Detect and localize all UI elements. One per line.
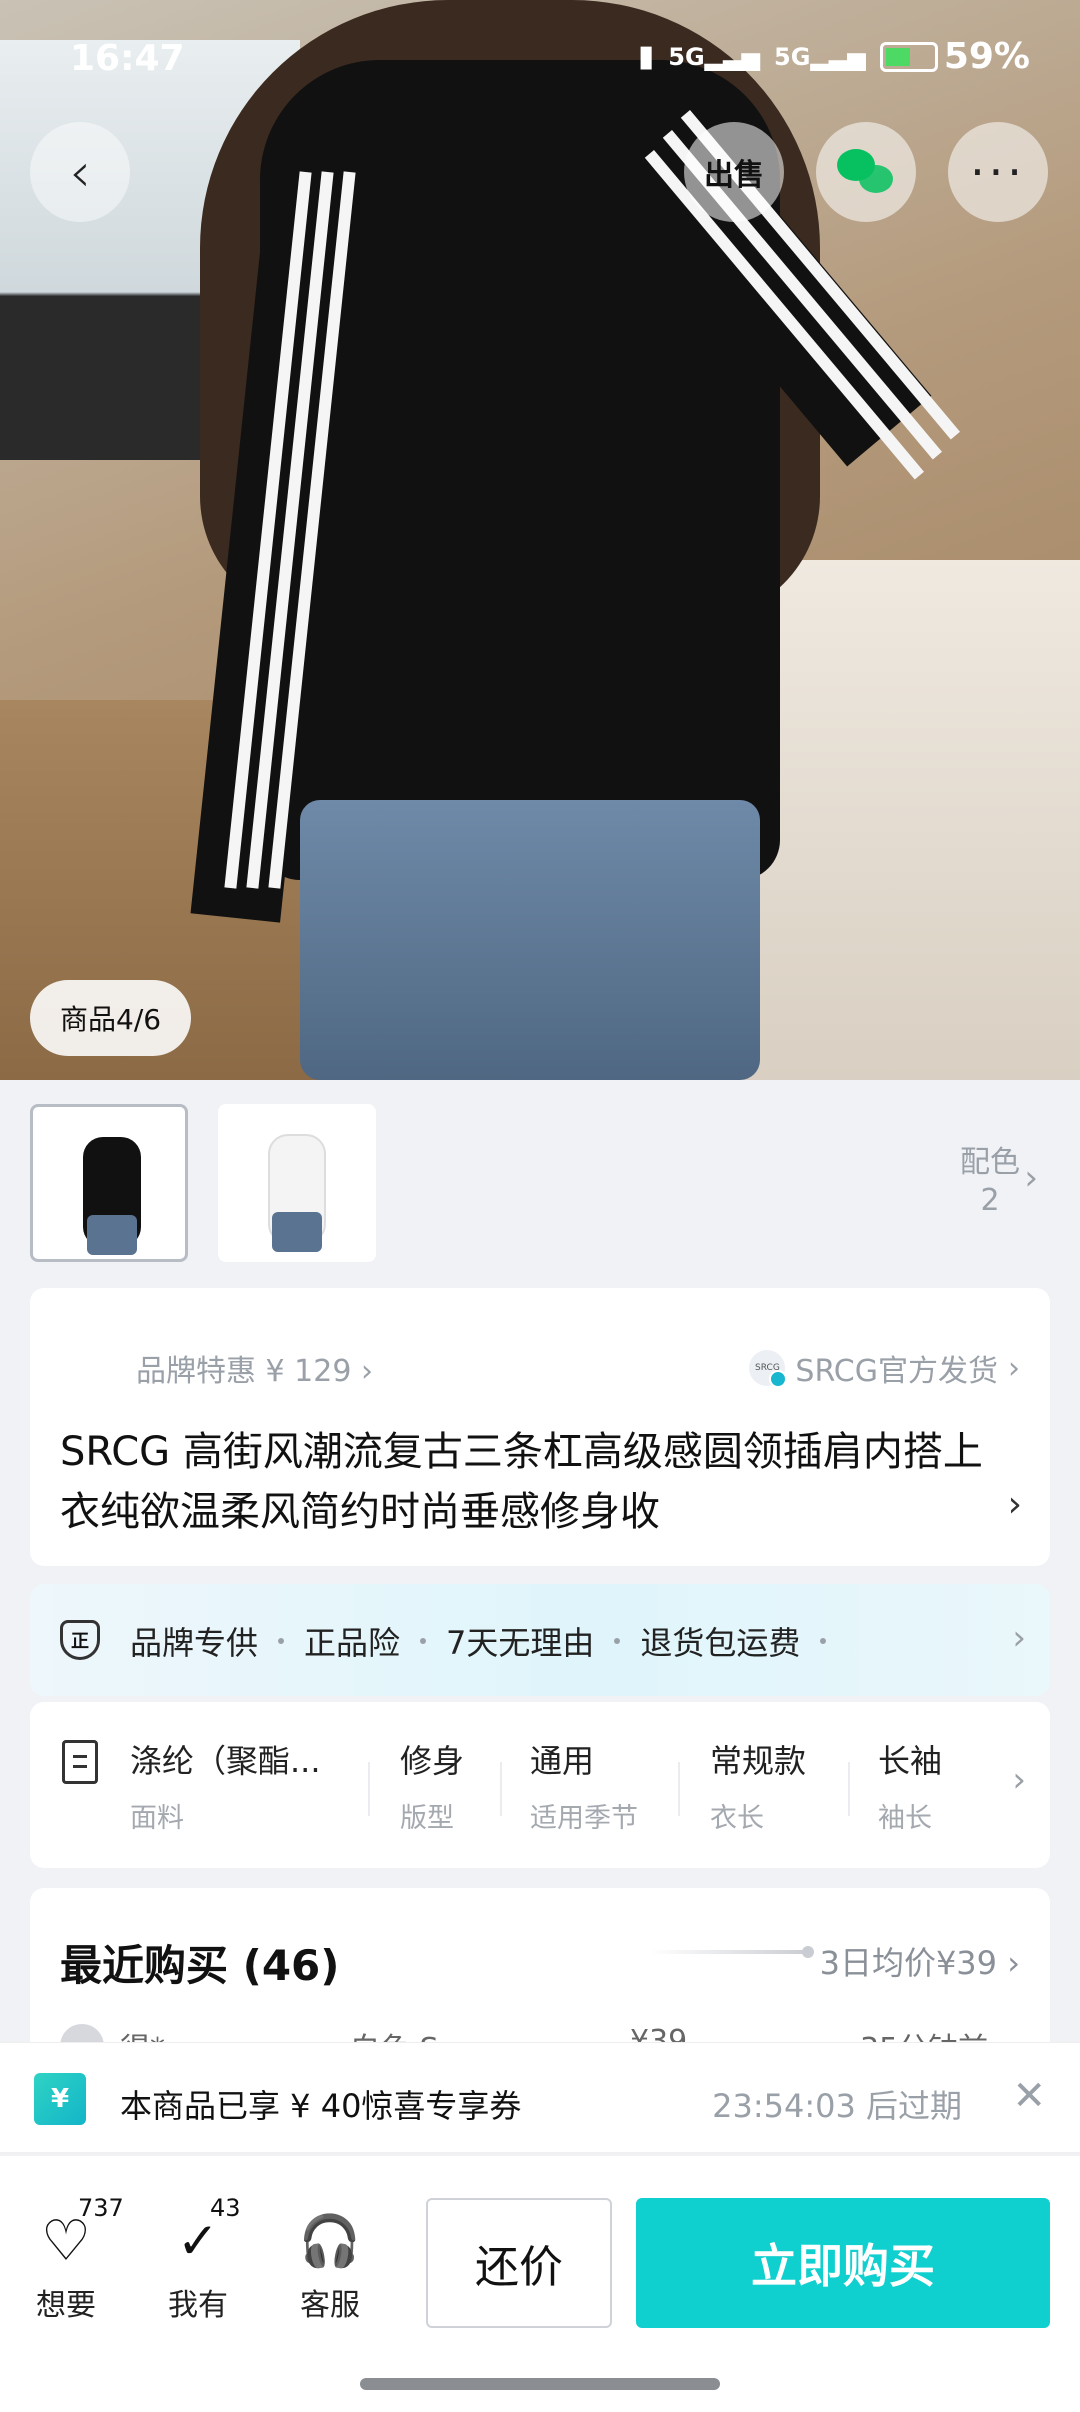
headset-icon: 🎧 — [298, 2211, 362, 2270]
want-label: 想要 — [36, 2288, 96, 2323]
spec-sheet-icon — [62, 1740, 98, 1784]
colorway-count: 2 — [980, 1183, 1000, 1218]
back-button[interactable]: ‹ — [30, 122, 130, 222]
attribute-season: 通用 适用季节 — [530, 1742, 638, 1834]
counter-offer-button[interactable]: 还价 — [426, 2198, 612, 2328]
coupon-expire: 23:54:03 后过期 — [712, 2087, 962, 2125]
chevron-right-icon: › — [1012, 1760, 1026, 1800]
thumbnail-strip: 配色 2 › — [0, 1080, 1080, 1280]
chevron-left-icon: ‹ — [69, 140, 91, 204]
recent-purchases-heading: 最近购买 (46) — [60, 1941, 340, 1990]
recent-purchases-card[interactable]: 最近购买 (46) 3日均价¥39 › 得* 白色 S ¥39 35分钟前 — [30, 1888, 1050, 2048]
status-bar: 16:47 ▮ 5G▂▃▅ 5G▂▃▅ 59% — [0, 0, 1080, 120]
battery-indicator: 59% — [879, 36, 1030, 77]
battery-icon — [879, 41, 938, 72]
battery-percent: 59% — [943, 36, 1030, 77]
chevron-right-icon: › — [1024, 1158, 1038, 1198]
colorway-label: 配色 — [960, 1145, 1020, 1180]
have-button[interactable]: ✓ 43 我有 — [148, 2194, 248, 2324]
home-indicator[interactable] — [360, 2378, 720, 2390]
seller-name: SRCG官方发货 — [795, 1354, 998, 1389]
coupon-text: 本商品已享 ¥ 40惊喜专享券 — [120, 2087, 522, 2125]
guarantee-item: 正品险 — [304, 1624, 401, 1662]
brand-promo-text: 品牌特惠 ¥ 129 — [136, 1354, 352, 1389]
sell-label: 出售 — [704, 158, 764, 193]
attribute-sleeve: 长袖 袖长 — [878, 1742, 943, 1834]
buy-now-button[interactable]: 立即购买 — [636, 2198, 1050, 2328]
want-button[interactable]: ♡ 737 想要 — [16, 2194, 124, 2324]
brand-promo-link[interactable]: 品牌特惠 ¥ 129 › — [136, 1346, 373, 1390]
vibrate-icon: ▮ — [637, 39, 655, 74]
attribute-length: 常规款 衣长 — [710, 1742, 807, 1834]
signal-icon-2: 5G▂▃▅ — [774, 42, 866, 71]
attribute-fit: 修身 版型 — [400, 1742, 465, 1834]
seller-logo-icon: SRCG — [749, 1350, 788, 1388]
guarantee-bar[interactable]: 正 品牌专供 正品险 7天无理由 退货包运费 › — [30, 1584, 1050, 1696]
coupon-bar[interactable]: ¥ 本商品已享 ¥ 40惊喜专享券 23:54:03 后过期 ✕ — [0, 2042, 1080, 2154]
close-icon[interactable]: ✕ — [1012, 2073, 1046, 2119]
guarantee-item: 退货包运费 — [640, 1624, 801, 1662]
jeans — [300, 800, 760, 1080]
chevron-right-icon: › — [360, 1354, 373, 1389]
product-image[interactable]: 商品4/6 — [0, 0, 1080, 1080]
wechat-icon — [837, 149, 895, 195]
status-time: 16:47 — [70, 38, 185, 79]
customer-service-button[interactable]: 🎧 客服 — [280, 2208, 380, 2324]
average-price-link[interactable]: 3日均价¥39 › — [820, 1938, 1020, 1984]
chevron-right-icon: › — [1012, 1618, 1026, 1658]
more-dots-icon: ··· — [970, 145, 1026, 199]
seller-link[interactable]: SRCG SRCG官方发货 › — [749, 1346, 1020, 1390]
guarantee-item: 品牌专供 — [130, 1624, 259, 1662]
guarantee-item: 7天无理由 — [446, 1624, 595, 1662]
thumbnail-white[interactable] — [218, 1104, 376, 1262]
have-count: 43 — [210, 2194, 241, 2222]
service-label: 客服 — [300, 2288, 360, 2323]
thumbnail-black[interactable] — [30, 1104, 188, 1262]
product-info-card: 品牌特惠 ¥ 129 › SRCG SRCG官方发货 › SRCG 高街风潮流复… — [30, 1288, 1050, 1566]
attributes-bar[interactable]: 涤纶（聚酯... 面料 修身 版型 通用 适用季节 常规款 衣长 长袖 袖长 › — [30, 1702, 1050, 1868]
signal-icon: 5G▂▃▅ — [668, 42, 761, 71]
wechat-share-button[interactable] — [816, 122, 916, 222]
coupon-ticket-icon: ¥ — [34, 2073, 86, 2125]
sell-button[interactable]: 出售 — [684, 122, 784, 222]
image-counter: 商品4/6 — [30, 980, 192, 1056]
image-counter-text: 商品4/6 — [60, 1003, 162, 1036]
have-label: 我有 — [168, 2288, 228, 2323]
authentic-shield-icon: 正 — [60, 1620, 100, 1660]
chevron-right-icon: › — [1007, 1944, 1020, 1982]
bottom-action-bar: ♡ 737 想要 ✓ 43 我有 🎧 客服 还价 立即购买 — [0, 2156, 1080, 2412]
chevron-right-icon: › — [1008, 1350, 1020, 1386]
more-button[interactable]: ··· — [948, 122, 1048, 222]
attribute-fabric: 涤纶（聚酯... 面料 — [130, 1742, 321, 1834]
chevron-right-icon: › — [1007, 1484, 1022, 1525]
want-count: 737 — [78, 2194, 124, 2222]
colorway-selector[interactable]: 配色 2 — [960, 1144, 1020, 1220]
product-title[interactable]: SRCG 高街风潮流复古三条杠高级感圆领插肩内搭上衣纯欲温柔风简约时尚垂感修身收 — [60, 1422, 1000, 1542]
price-trend-line — [650, 1946, 814, 1958]
